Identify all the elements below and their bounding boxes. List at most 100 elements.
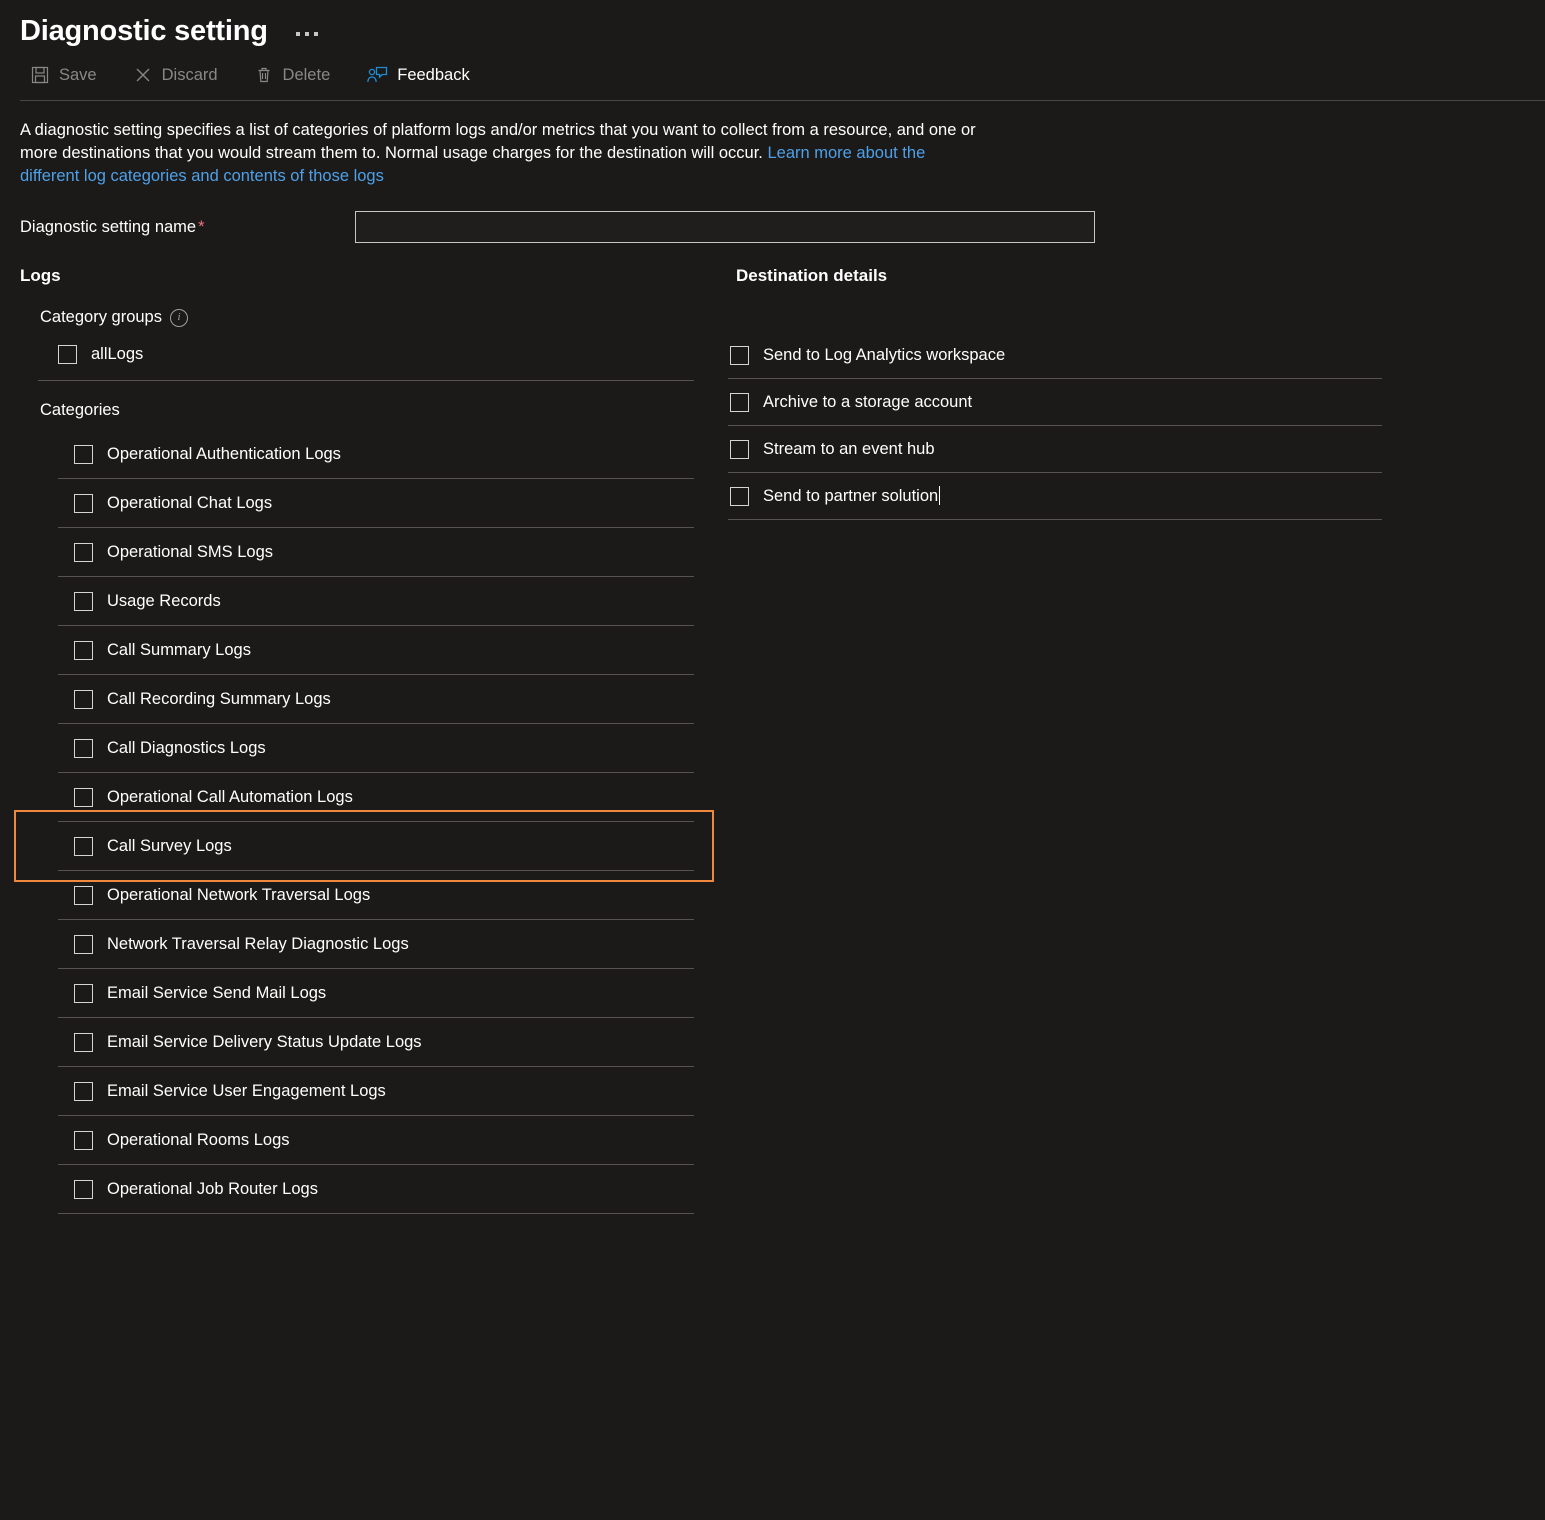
- destination-label: Archive to a storage account: [763, 393, 972, 412]
- category-groups-label-text: Category groups: [40, 308, 162, 326]
- diagnostic-name-input[interactable]: [355, 211, 1095, 243]
- category-item: Email Service Delivery Status Update Log…: [0, 1018, 708, 1067]
- checkbox-category[interactable]: [74, 689, 93, 709]
- checkbox-destination[interactable]: [730, 439, 749, 459]
- feedback-label: Feedback: [397, 65, 470, 84]
- categories-list: Operational Authentication Logs Operation…: [0, 430, 714, 1214]
- category-item: Email Service Send Mail Logs: [0, 969, 708, 1018]
- ellipsis-dot: [295, 32, 300, 36]
- destination-list: Send to Log Analytics workspace Archive t…: [0, 332, 1545, 520]
- diagnostic-name-row: Diagnostic setting name *: [20, 210, 1545, 244]
- checkbox-destination[interactable]: [730, 392, 749, 412]
- category-row[interactable]: Call Recording Summary Logs: [74, 675, 708, 723]
- category-label: Call Survey Logs: [107, 836, 232, 855]
- destination-row[interactable]: Send to Log Analytics workspace: [730, 332, 1545, 378]
- category-label: Usage Records: [107, 591, 221, 610]
- destination-label: Send to partner solution: [763, 486, 941, 506]
- checkbox-category[interactable]: [74, 836, 93, 856]
- page-header: Diagnostic setting: [0, 0, 1545, 54]
- save-button[interactable]: Save: [26, 59, 111, 91]
- page-title: Diagnostic setting: [20, 14, 268, 47]
- checkbox-category[interactable]: [74, 1130, 93, 1150]
- toolbar-divider: [20, 100, 1545, 101]
- discard-button[interactable]: Discard: [129, 59, 232, 91]
- row-separator: [728, 519, 1382, 520]
- category-groups-label: Category groups i: [40, 308, 708, 327]
- info-icon[interactable]: i: [170, 308, 188, 327]
- description-text: A diagnostic setting specifies a list of…: [20, 119, 980, 188]
- text-caret: [939, 486, 941, 505]
- destination-label: Stream to an event hub: [763, 440, 935, 459]
- category-item: Operational SMS Logs: [0, 528, 708, 577]
- checkbox-category[interactable]: [74, 738, 93, 758]
- checkbox-category[interactable]: [74, 640, 93, 660]
- category-item: Operational Call Automation Logs: [0, 773, 708, 822]
- category-label: Email Service User Engagement Logs: [107, 1081, 386, 1100]
- category-row[interactable]: Call Diagnostics Logs: [74, 724, 708, 772]
- checkbox-category[interactable]: [74, 1179, 93, 1199]
- diagnostic-name-label-text: Diagnostic setting name: [20, 217, 197, 236]
- category-row[interactable]: Operational Network Traversal Logs: [74, 871, 708, 919]
- destination-row[interactable]: Archive to a storage account: [730, 379, 1545, 425]
- category-row[interactable]: Operational Rooms Logs: [74, 1116, 708, 1164]
- category-label: Operational Network Traversal Logs: [107, 885, 371, 904]
- destination-row[interactable]: Stream to an event hub: [730, 426, 1545, 472]
- checkbox-category[interactable]: [74, 885, 93, 905]
- category-row[interactable]: Network Traversal Relay Diagnostic Logs: [74, 920, 708, 968]
- checkbox-category[interactable]: [74, 542, 93, 562]
- ellipsis-dot: [313, 32, 318, 36]
- category-label: Email Service Send Mail Logs: [107, 983, 327, 1002]
- checkbox-destination[interactable]: [730, 486, 749, 506]
- discard-label: Discard: [161, 65, 218, 84]
- category-item: Call Summary Logs: [0, 626, 708, 675]
- logs-section-title: Logs: [20, 266, 61, 285]
- checkbox-category[interactable]: [74, 983, 93, 1003]
- destination-row[interactable]: Send to partner solution: [730, 473, 1545, 519]
- ellipsis-dot: [304, 32, 309, 36]
- category-row[interactable]: Call Summary Logs: [74, 626, 708, 674]
- category-row[interactable]: Usage Records: [74, 577, 708, 625]
- category-item: Email Service User Engagement Logs: [0, 1067, 708, 1116]
- category-row[interactable]: Email Service Delivery Status Update Log…: [74, 1018, 708, 1066]
- save-label: Save: [59, 65, 97, 84]
- category-item: Call Survey Logs: [0, 810, 714, 882]
- destination-label-text: Send to Log Analytics workspace: [763, 345, 1006, 364]
- destination-section-title: Destination details: [736, 266, 888, 285]
- delete-label: Delete: [282, 65, 331, 84]
- category-item: Call Recording Summary Logs: [0, 675, 708, 724]
- checkbox-category[interactable]: [74, 1032, 93, 1052]
- feedback-button[interactable]: Feedback: [362, 59, 483, 91]
- required-asterisk: *: [198, 217, 205, 236]
- category-row[interactable]: Call Survey Logs: [74, 822, 708, 870]
- checkbox-category[interactable]: [74, 934, 93, 954]
- category-row[interactable]: Email Service Send Mail Logs: [74, 969, 708, 1017]
- category-label: Operational Job Router Logs: [107, 1179, 318, 1198]
- destination-label-text: Stream to an event hub: [763, 439, 935, 458]
- category-label: Call Summary Logs: [107, 640, 251, 659]
- category-item: Operational Rooms Logs: [0, 1116, 708, 1165]
- category-row[interactable]: Operational Call Automation Logs: [74, 773, 708, 821]
- category-row[interactable]: Operational SMS Logs: [74, 528, 708, 576]
- destination-label: Send to Log Analytics workspace: [763, 346, 1005, 365]
- destination-label-text: Archive to a storage account: [763, 392, 973, 411]
- ellipsis-icon[interactable]: [292, 26, 322, 42]
- category-label: Operational SMS Logs: [107, 542, 274, 561]
- category-row[interactable]: Operational Job Router Logs: [74, 1165, 708, 1213]
- category-item: Network Traversal Relay Diagnostic Logs: [0, 920, 708, 969]
- discard-icon: [133, 65, 153, 85]
- delete-icon: [254, 65, 274, 85]
- checkbox-category[interactable]: [74, 591, 93, 611]
- feedback-icon: [366, 65, 388, 85]
- checkbox-destination[interactable]: [730, 345, 749, 365]
- category-row[interactable]: Email Service User Engagement Logs: [74, 1067, 708, 1115]
- category-item: Call Diagnostics Logs: [0, 724, 708, 773]
- delete-button[interactable]: Delete: [250, 59, 345, 91]
- checkbox-category[interactable]: [74, 1081, 93, 1101]
- category-label: Email Service Delivery Status Update Log…: [107, 1032, 422, 1051]
- category-label: Network Traversal Relay Diagnostic Logs: [107, 934, 409, 953]
- checkbox-category[interactable]: [74, 787, 93, 807]
- row-separator: [58, 1213, 694, 1214]
- category-label: Operational Call Automation Logs: [107, 787, 353, 806]
- diagnostic-name-label: Diagnostic setting name *: [20, 218, 355, 237]
- category-item: Operational Network Traversal Logs: [0, 871, 708, 920]
